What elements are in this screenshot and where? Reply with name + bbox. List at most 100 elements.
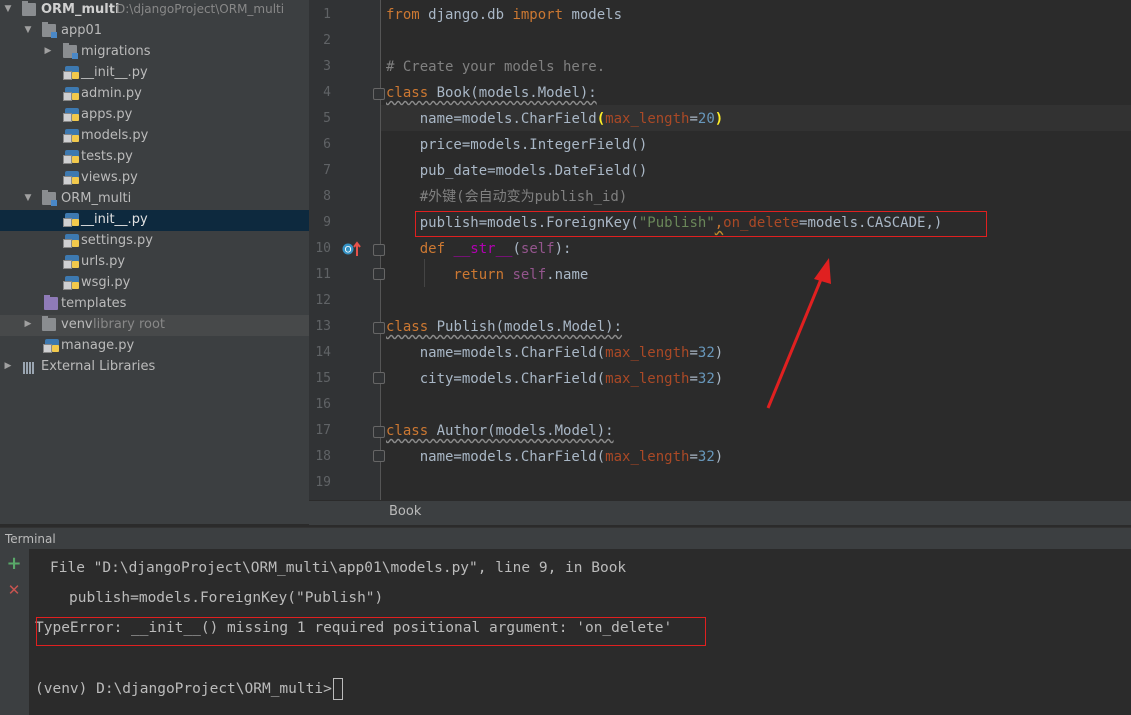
code-token: = (689, 449, 698, 465)
tree-label: models.py (81, 128, 149, 143)
code-token: ( (512, 241, 521, 257)
code-token: max_length (605, 449, 690, 465)
tree-item-file[interactable]: apps.py (0, 105, 309, 126)
folder-icon (42, 316, 56, 331)
code-token: ) (714, 449, 724, 465)
tree-item-templates[interactable]: templates (0, 294, 309, 315)
code-token: Publish(models.Model): (428, 319, 623, 335)
project-name: ORM_multi (41, 2, 120, 17)
tree-item-orm-multi[interactable]: ▼ ORM_multi (0, 189, 309, 210)
fold-marker-icon[interactable] (373, 450, 385, 462)
line-number: 5 (323, 111, 331, 126)
code-token: name=models.CharField( (386, 345, 606, 361)
tree-item-file[interactable]: __init__.py (0, 63, 309, 84)
tree-item-file[interactable]: wsgi.py (0, 273, 309, 294)
code-token: 32 (697, 345, 715, 361)
line-number: 7 (323, 163, 331, 178)
code-line-15: city=models.CharField(max_length=32) (386, 366, 723, 392)
code-token: =models.CharField (453, 111, 597, 127)
line-number: 18 (315, 449, 331, 464)
code-line-14: name=models.CharField(max_length=32) (386, 340, 723, 366)
chevron-down-icon[interactable]: ▼ (22, 21, 34, 40)
code-line-1: from django.db import models (386, 2, 622, 28)
library-icon (23, 361, 37, 374)
chevron-right-icon[interactable]: ▶ (22, 315, 34, 334)
code-token: max_length (605, 111, 690, 127)
breadcrumb-item[interactable]: Book (389, 504, 421, 519)
chevron-right-icon[interactable]: ▶ (2, 357, 14, 376)
folder-icon (42, 22, 57, 38)
python-file-icon (63, 276, 79, 290)
tree-label: apps.py (81, 107, 133, 122)
tree-item-migrations[interactable]: ▶ migrations (0, 42, 309, 63)
code-editor[interactable]: 1 2 3 4 5 6 7 8 9 10 11 12 13 14 15 16 1… (309, 0, 1131, 500)
svg-text:O: O (344, 246, 351, 256)
code-token: ): (554, 241, 572, 257)
tree-item-venv[interactable]: ▶ venv library root (0, 315, 309, 336)
code-token: ( (596, 111, 606, 127)
fold-marker-icon[interactable] (373, 372, 385, 384)
code-token: = (689, 111, 698, 127)
code-line-3: # Create your models here. (386, 59, 606, 75)
terminal-toolbar: + ✕ (0, 549, 29, 715)
code-token: Book(models.Model): (428, 85, 597, 101)
tree-item-file[interactable]: manage.py (0, 336, 309, 357)
chevron-down-icon[interactable]: ▼ (2, 0, 14, 19)
indent-guide (424, 259, 425, 287)
folder-icon (22, 1, 36, 16)
fold-marker-icon[interactable] (373, 244, 385, 256)
code-token: name=models.CharField( (386, 449, 606, 465)
fold-marker-icon[interactable] (373, 322, 385, 334)
tree-label: settings.py (81, 233, 153, 248)
chevron-down-icon[interactable]: ▼ (22, 189, 34, 208)
highlight-box-foreignkey (415, 211, 987, 237)
tree-label: ORM_multi (61, 191, 132, 206)
highlight-box-error (36, 617, 706, 646)
fold-marker-icon[interactable] (373, 426, 385, 438)
code-line-18: name=models.CharField(max_length=32) (386, 444, 723, 470)
code-token: self (512, 267, 547, 283)
line-number: 1 (323, 7, 331, 22)
fold-marker-icon[interactable] (373, 88, 385, 100)
override-method-icon[interactable]: O (342, 241, 362, 257)
terminal-header: Terminal (0, 527, 1131, 550)
code-line-7: pub_date=models.DateField() (386, 163, 648, 179)
code-token: max_length (605, 371, 690, 387)
add-icon[interactable]: + (5, 555, 23, 573)
tree-item-project-root[interactable]: ▼ ORM_multi D:\djangoProject\ORM_multi (0, 0, 309, 21)
tree-item-file[interactable]: admin.py (0, 84, 309, 105)
prompt-text: (venv) D:\djangoProject\ORM_multi> (35, 681, 332, 697)
folder-icon (44, 295, 58, 310)
code-token: ) (714, 111, 724, 127)
line-number: 2 (323, 33, 331, 48)
library-root-hint: library root (93, 317, 166, 332)
tree-label: templates (61, 296, 127, 311)
tree-item-app01[interactable]: ▼ app01 (0, 21, 309, 42)
code-line-13: class Publish(models.Model): (386, 314, 622, 340)
fold-marker-icon[interactable] (373, 268, 385, 280)
code-token: import (512, 7, 564, 23)
tree-item-file[interactable]: urls.py (0, 252, 309, 273)
breadcrumb[interactable]: Book (309, 500, 1131, 525)
chevron-right-icon[interactable]: ▶ (42, 42, 54, 61)
code-token: return (386, 267, 513, 283)
tree-item-file[interactable]: models.py (0, 126, 309, 147)
line-number: 14 (315, 345, 331, 360)
line-number: 8 (323, 189, 331, 204)
tree-label: migrations (81, 44, 151, 59)
tree-item-file[interactable]: tests.py (0, 147, 309, 168)
terminal-prompt[interactable]: (venv) D:\djangoProject\ORM_multi> (35, 678, 343, 700)
close-icon[interactable]: ✕ (5, 581, 23, 599)
tree-item-external-libraries[interactable]: ▶ External Libraries (0, 357, 309, 378)
code-line-8: #外键(会自动变为publish_id) (386, 189, 628, 205)
code-token: 20 (697, 111, 715, 127)
tree-item-file[interactable]: settings.py (0, 231, 309, 252)
line-number: 16 (315, 397, 331, 412)
tree-item-file[interactable]: views.py (0, 168, 309, 189)
line-number: 10 (315, 241, 331, 256)
tree-item-file-selected[interactable]: __init__.py (0, 210, 309, 231)
code-area[interactable]: from django.db import models # Create yo… (386, 0, 1131, 500)
tree-label: __init__.py (81, 212, 148, 227)
tree-label: External Libraries (41, 359, 156, 374)
code-token: models (563, 7, 623, 23)
